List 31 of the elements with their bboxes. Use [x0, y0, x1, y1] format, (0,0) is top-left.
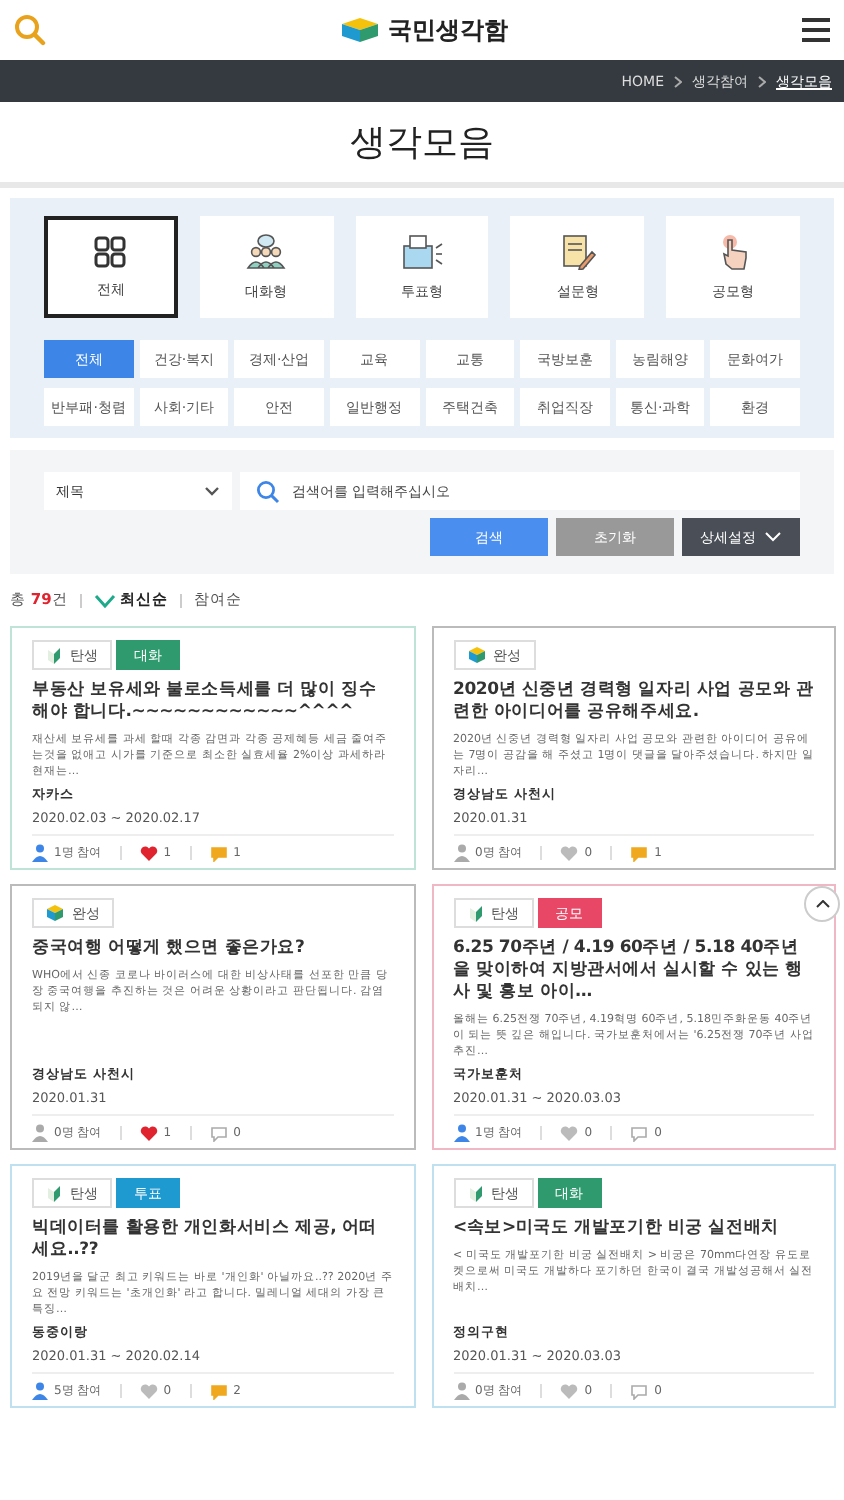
grid-icon: [94, 235, 127, 267]
sprout-icon: [46, 646, 62, 664]
card-title: 부동산 보유세와 불로소득세를 더 많이 징수해야 합니다.~~~~~~~~~~~~^^^^: [32, 680, 379, 724]
logo-text[interactable]: 국민생각함: [388, 13, 508, 47]
chevron-right-icon: [674, 75, 682, 87]
sprout-icon: [467, 1184, 483, 1202]
menu-icon[interactable]: [802, 18, 830, 42]
people-icon: [246, 233, 287, 269]
card-title: 2020년 신중년 경력형 일자리 사업 공모와 관련한 아이디어를 공유해주세요.: [453, 680, 814, 724]
heart-icon[interactable]: [139, 1125, 158, 1141]
search-icon: [256, 480, 280, 504]
card-title: 빅데이터를 활용한 개인화서비스 제공, 어떠세요..??: [32, 1218, 379, 1262]
cube-icon: [467, 646, 485, 664]
chevron-up-icon: [815, 900, 829, 908]
page-title: 생각모음: [348, 120, 496, 168]
chevron-down-icon: [204, 486, 220, 496]
sprout-icon: [46, 1184, 62, 1202]
pointing-hand-icon: [717, 233, 750, 269]
chevron-right-icon: [758, 75, 766, 87]
heart-icon[interactable]: [139, 845, 158, 861]
ballot-box-icon: [399, 233, 444, 269]
card-title: 6.25 70주년 / 4.19 60주년 / 5.18 40주년을 맞이하여 지방관서에서 실시할 수 있는 행사 및 홍보 아이…: [453, 938, 805, 1004]
scroll-top-button[interactable]: [804, 886, 840, 922]
check-icon: [93, 593, 116, 607]
card-title: <속보>미국도 개발포기한 비궁 실전배치: [453, 1218, 781, 1240]
cube-icon: [46, 904, 64, 922]
sprout-icon: [467, 904, 483, 922]
document-pencil-icon: [559, 233, 596, 269]
chevron-down-icon: [764, 532, 782, 542]
card-title: 중국여행 어떻게 했으면 좋은가요?: [32, 938, 307, 960]
cube-logo-icon: [340, 16, 380, 44]
